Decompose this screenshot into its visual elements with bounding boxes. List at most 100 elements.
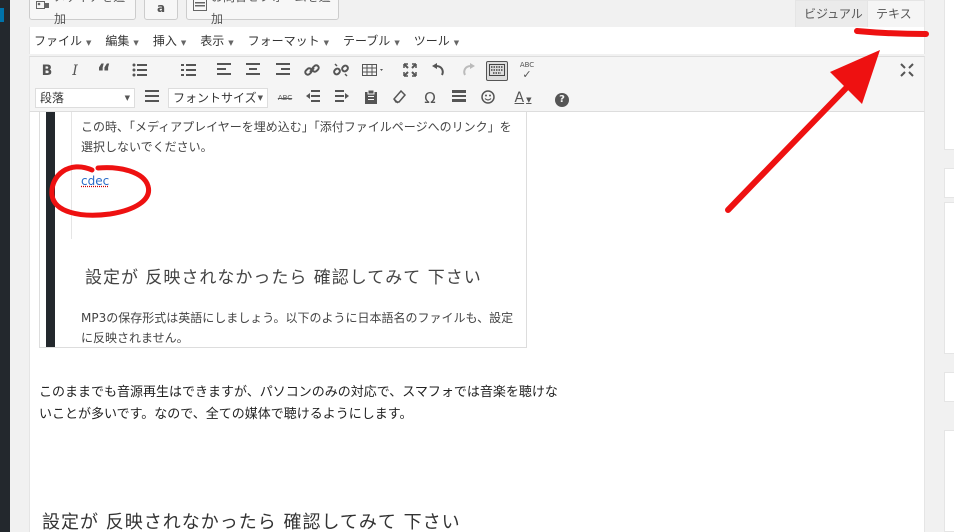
menu-insert[interactable]: 挿入 ▼ — [153, 32, 186, 49]
admin-sidebar-edge — [0, 0, 10, 532]
menu-format[interactable]: フォーマット ▼ — [248, 32, 329, 49]
menu-format-label: フォーマット — [247, 34, 320, 48]
embed-paragraph-2: MP3の保存形式は英語にしましょう。以下のように日本語名のファイルも、設定に反映… — [81, 311, 514, 345]
align-right-button[interactable] — [272, 61, 294, 81]
menu-table[interactable]: テーブル ▼ — [343, 32, 400, 49]
editor-menubar: ファイル ▼ 編集 ▼ 挿入 ▼ 表示 ▼ フォーマット ▼ テーブル ▼ ツール ▼ — [29, 27, 925, 54]
embed-link[interactable]: cdec — [81, 174, 109, 188]
toolbar-row-2: 段落 ▼ フォントサイズ ▼ ABC Ω A ▼ ? — [29, 84, 925, 112]
align-right-icon — [272, 63, 294, 75]
special-character-button[interactable]: Ω — [419, 88, 441, 108]
align-center-icon — [242, 63, 264, 75]
insert-more-button[interactable] — [448, 88, 470, 108]
blockquote-icon: “ — [96, 61, 112, 86]
spellcheck-button[interactable]: ABC ✓ — [516, 61, 538, 81]
table-icon — [358, 63, 390, 77]
italic-button[interactable]: I — [64, 61, 86, 81]
strikethrough-icon: ABC — [277, 94, 293, 102]
bullet-list-icon — [123, 63, 157, 77]
unlink-button[interactable] — [330, 61, 352, 81]
menu-file[interactable]: ファイル ▼ — [34, 32, 91, 49]
chevron-down-icon: ▼ — [323, 39, 330, 47]
add-media-button[interactable]: メディアを追加 — [29, 0, 136, 26]
numbered-list-icon — [172, 63, 206, 77]
embedded-post-preview: この時、「メディアプレイヤーを埋め込む」「添付ファイルページへのリンク」を選択し… — [39, 112, 527, 348]
form-icon — [193, 0, 207, 19]
add-media-label: メディアを追加 — [54, 0, 125, 26]
menu-tools[interactable]: ツール ▼ — [414, 32, 459, 49]
redo-button[interactable] — [457, 61, 479, 81]
font-size-select-value: フォントサイズ — [173, 91, 257, 105]
indent-button[interactable] — [331, 88, 353, 108]
blockquote-button[interactable]: “ — [93, 61, 115, 86]
toolbar-toggle-button[interactable] — [486, 61, 508, 81]
tab-text[interactable]: テキスト — [867, 0, 925, 48]
embed-paragraph-1: この時、「メディアプレイヤーを埋め込む」「添付ファイルページへのリンク」を選択し… — [81, 120, 512, 154]
read-more-icon — [448, 90, 470, 102]
table-button[interactable] — [358, 61, 390, 81]
menu-file-label: ファイル — [34, 34, 83, 48]
outdent-icon — [302, 90, 324, 102]
undo-icon — [428, 63, 450, 77]
horizontal-lines-icon — [141, 90, 163, 102]
menu-insert-label: 挿入 — [152, 34, 177, 48]
media-icon — [36, 0, 50, 19]
editor-top-bar: メディアを追加 a お問合せフォームを追加 ビジュアル テキスト — [29, 0, 925, 48]
text-color-button[interactable]: A ▼ — [506, 88, 540, 108]
outdent-button[interactable] — [302, 88, 324, 108]
font-size-select[interactable]: フォントサイズ ▼ — [168, 88, 268, 108]
chevron-down-icon: ▼ — [124, 94, 130, 102]
amazon-icon: a — [156, 1, 166, 15]
help-icon: ? — [555, 93, 569, 107]
chevron-down-icon: ▼ — [133, 39, 139, 47]
toolbar-row-1: B I “ ABC ✓ — [29, 56, 925, 86]
unlink-icon — [330, 63, 352, 77]
editor-content[interactable]: この時、「メディアプレイヤーを埋め込む」「添付ファイルページへのリンク」を選択し… — [29, 112, 925, 532]
add-contact-form-button[interactable]: お問合せフォームを追加 — [186, 0, 339, 26]
chevron-down-icon: ▼ — [526, 96, 532, 104]
smiley-icon — [477, 90, 499, 104]
menu-view-label: 表示 — [200, 34, 225, 48]
horizontal-rule-button[interactable] — [141, 88, 163, 108]
help-button[interactable]: ? — [551, 88, 573, 108]
sidebar-panel — [944, 372, 954, 402]
chevron-down-icon: ▼ — [228, 39, 234, 47]
numbered-list-button[interactable] — [172, 61, 206, 81]
link-button[interactable] — [301, 61, 323, 81]
paste-text-button[interactable] — [360, 88, 382, 108]
chevron-down-icon: ▼ — [86, 39, 92, 47]
indent-icon — [331, 90, 353, 102]
sidebar-panel — [944, 168, 954, 198]
undo-button[interactable] — [428, 61, 450, 81]
italic-icon: I — [72, 63, 78, 79]
align-left-button[interactable] — [213, 61, 235, 81]
format-select[interactable]: 段落 ▼ — [35, 88, 135, 108]
sidebar-panel — [944, 202, 954, 354]
menu-edit[interactable]: 編集 ▼ — [105, 32, 138, 49]
menu-view[interactable]: 表示 ▼ — [200, 32, 233, 49]
add-contact-form-label: お問合せフォームを追加 — [211, 0, 331, 26]
tab-visual[interactable]: ビジュアル — [795, 0, 872, 27]
redo-icon — [457, 63, 479, 77]
fullscreen-icon — [399, 63, 421, 77]
distraction-free-button[interactable] — [896, 61, 918, 81]
omega-icon: Ω — [424, 89, 436, 107]
clear-format-button[interactable] — [389, 88, 411, 108]
align-center-button[interactable] — [242, 61, 264, 81]
toolbar-toggle-icon — [487, 64, 507, 76]
emoji-button[interactable] — [477, 88, 499, 108]
format-select-value: 段落 — [40, 91, 65, 105]
text-color-icon: A — [514, 90, 525, 106]
chevron-down-icon: ▼ — [453, 39, 460, 47]
bullet-list-button[interactable] — [123, 61, 157, 81]
fullscreen-button[interactable] — [399, 61, 421, 81]
amazon-button[interactable]: a — [144, 0, 178, 20]
spellcheck-icon: ✓ — [522, 68, 532, 81]
strikethrough-button[interactable]: ABC — [274, 88, 296, 108]
body-paragraph: このままでも音源再生はできますが、パソコンのみの対応で、スマフォでは音楽を聴けな… — [39, 385, 558, 422]
bold-button[interactable]: B — [36, 61, 58, 81]
chevron-down-icon: ▼ — [257, 94, 263, 102]
distraction-free-icon — [896, 63, 918, 77]
link-icon — [301, 63, 323, 77]
embed-dark-bar — [46, 112, 55, 347]
